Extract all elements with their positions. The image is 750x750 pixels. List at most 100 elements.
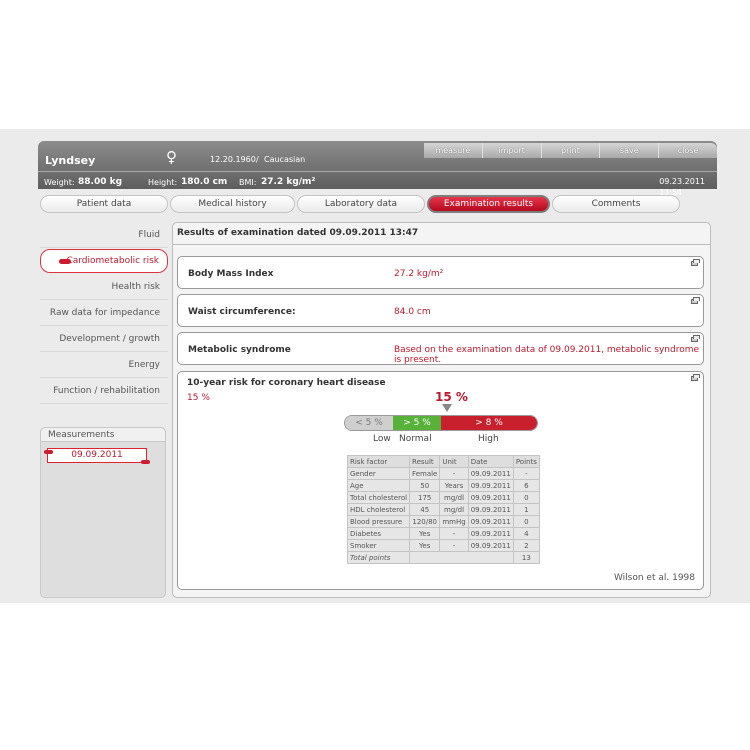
scale-segment-high: > 8 % bbox=[441, 416, 537, 430]
table-cell: Years bbox=[439, 479, 469, 492]
risk-title: 10-year risk for coronary heart disease bbox=[187, 378, 386, 388]
table-cell: 4 bbox=[512, 527, 540, 540]
table-cell: Diabetes bbox=[346, 527, 411, 540]
column-header: Result bbox=[409, 455, 441, 468]
table-cell: mmHg bbox=[439, 515, 469, 528]
table-cell: - bbox=[439, 467, 469, 480]
app-window: Lyndsey ♀ 12.20.1960 / Caucasian Weight:… bbox=[0, 129, 750, 603]
table-cell: 09.09.2011 bbox=[467, 503, 514, 516]
table-cell: 09.09.2011 bbox=[467, 515, 514, 528]
table-cell: mg/dl bbox=[439, 491, 469, 504]
sidebar-item-development-growth[interactable]: Development / growth bbox=[40, 326, 168, 352]
table-cell: Total cholesterol bbox=[346, 491, 411, 504]
selected-indicator bbox=[59, 259, 71, 264]
table-cell: 0 bbox=[512, 491, 540, 504]
expand-icon[interactable] bbox=[691, 374, 700, 381]
sidebar-item-label: Development / growth bbox=[59, 334, 160, 344]
expand-icon[interactable] bbox=[691, 259, 700, 266]
header-toolbar: measure import print save close bbox=[424, 143, 717, 158]
patient-name: Lyndsey bbox=[45, 154, 96, 167]
table-row: Smoker Yes - 09.09.2011 2 bbox=[346, 539, 540, 552]
column-header: Date bbox=[467, 455, 514, 468]
bmi-card-label: Body Mass Index bbox=[188, 269, 274, 279]
print-button[interactable]: print bbox=[540, 143, 600, 158]
table-cell: 6 bbox=[512, 479, 540, 492]
current-date: 09.23.2011 bbox=[659, 177, 705, 186]
date-of-birth: 12.20.1960 bbox=[210, 155, 256, 164]
sidebar-item-energy[interactable]: Energy bbox=[40, 352, 168, 378]
title-divider bbox=[173, 244, 710, 245]
metabolic-syndrome-card: Metabolic syndrome Based on the examinat… bbox=[177, 332, 704, 365]
scale-segment-normal: > 5 % bbox=[393, 416, 441, 430]
table-cell: 09.09.2011 bbox=[467, 467, 514, 480]
measurement-item[interactable]: 09.09.2011 bbox=[44, 448, 150, 464]
table-row: Diabetes Yes - 09.09.2011 4 bbox=[346, 527, 540, 540]
scale-label-high: High bbox=[478, 434, 499, 444]
risk-percent: 15 % bbox=[187, 393, 210, 403]
risk-factor-table: Risk factor Result Unit Date Points Gend… bbox=[346, 455, 540, 564]
sidebar-item-cardiometabolic-risk[interactable]: Cardiometabolic risk bbox=[40, 249, 168, 273]
table-cell: 09.09.2011 bbox=[467, 491, 514, 504]
import-button[interactable]: import bbox=[481, 143, 541, 158]
main-tabs: Patient data Medical history Laboratory … bbox=[40, 195, 680, 213]
expand-icon[interactable] bbox=[691, 335, 700, 342]
selection-handle-right bbox=[141, 460, 150, 464]
sidebar-item-label: Health risk bbox=[111, 282, 160, 292]
table-cell: Female bbox=[409, 467, 441, 480]
patient-header: Lyndsey ♀ 12.20.1960 / Caucasian Weight:… bbox=[38, 141, 717, 197]
tab-medical-history[interactable]: Medical history bbox=[170, 195, 295, 213]
bmi-card: Body Mass Index 27.2 kg/m² bbox=[177, 256, 704, 289]
sidebar-item-label: Fluid bbox=[138, 230, 160, 240]
table-cell: 120/80 bbox=[409, 515, 441, 528]
sidebar-item-function-rehabilitation[interactable]: Function / rehabilitation bbox=[40, 378, 168, 404]
table-cell: 09.09.2011 bbox=[467, 479, 514, 492]
table-row: Blood pressure 120/80 mmHg 09.09.2011 0 bbox=[346, 515, 540, 528]
tab-patient-data[interactable]: Patient data bbox=[40, 195, 168, 213]
waist-card-value: 84.0 cm bbox=[394, 307, 431, 317]
table-cell-empty bbox=[409, 551, 514, 564]
bmi-label: BMI: bbox=[239, 178, 257, 187]
metabolic-card-label: Metabolic syndrome bbox=[188, 345, 291, 355]
table-cell: Age bbox=[346, 479, 411, 492]
table-cell: 0 bbox=[512, 515, 540, 528]
tab-examination-results[interactable]: Examination results bbox=[427, 195, 550, 213]
selection-handle-left bbox=[44, 450, 53, 454]
weight-label: Weight: bbox=[44, 178, 75, 187]
total-points-value: 13 bbox=[512, 551, 540, 564]
table-total-row: Total points 13 bbox=[346, 551, 540, 564]
close-button[interactable]: close bbox=[658, 143, 717, 158]
sidebar-item-health-risk[interactable]: Health risk bbox=[40, 274, 168, 300]
sidebar-item-fluid[interactable]: Fluid bbox=[40, 222, 168, 248]
citation: Wilson et al. 1998 bbox=[613, 573, 695, 583]
table-cell: mg/dl bbox=[439, 503, 469, 516]
tab-laboratory-data[interactable]: Laboratory data bbox=[297, 195, 425, 213]
sidebar-item-label: Cardiometabolic risk bbox=[66, 256, 159, 266]
table-cell: 09.09.2011 bbox=[467, 539, 514, 552]
table-cell: 50 bbox=[409, 479, 441, 492]
female-icon: ♀ bbox=[166, 148, 177, 166]
coronary-risk-card: 10-year risk for coronary heart disease … bbox=[177, 371, 704, 590]
sidebar: Fluid Cardiometabolic risk Health risk R… bbox=[40, 222, 168, 404]
expand-icon[interactable] bbox=[691, 297, 700, 304]
table-row: HDL cholesterol 45 mg/dl 09.09.2011 1 bbox=[346, 503, 540, 516]
table-row: Age 50 Years 09.09.2011 6 bbox=[346, 479, 540, 492]
table-cell: - bbox=[512, 467, 540, 480]
risk-marker-value: 15 % bbox=[435, 390, 468, 404]
bmi-card-value: 27.2 kg/m² bbox=[394, 269, 444, 279]
tab-comments[interactable]: Comments bbox=[552, 195, 680, 213]
table-header-row: Risk factor Result Unit Date Points bbox=[346, 455, 540, 468]
table-cell: Yes bbox=[409, 527, 441, 540]
metabolic-card-value: Based on the examination data of 09.09.2… bbox=[394, 345, 700, 365]
measure-button[interactable]: measure bbox=[424, 143, 482, 158]
table-cell: - bbox=[439, 527, 469, 540]
table-cell: Yes bbox=[409, 539, 441, 552]
table-row: Gender Female - 09.09.2011 - bbox=[346, 467, 540, 480]
save-button[interactable]: save bbox=[599, 143, 658, 158]
risk-marker-arrow bbox=[442, 404, 452, 412]
sidebar-item-raw-data-impedance[interactable]: Raw data for impedance bbox=[40, 300, 168, 326]
table-cell: 45 bbox=[409, 503, 441, 516]
table-cell: 1 bbox=[512, 503, 540, 516]
sidebar-item-label: Energy bbox=[128, 360, 160, 370]
table-cell: - bbox=[439, 539, 469, 552]
column-header: Points bbox=[512, 455, 540, 468]
